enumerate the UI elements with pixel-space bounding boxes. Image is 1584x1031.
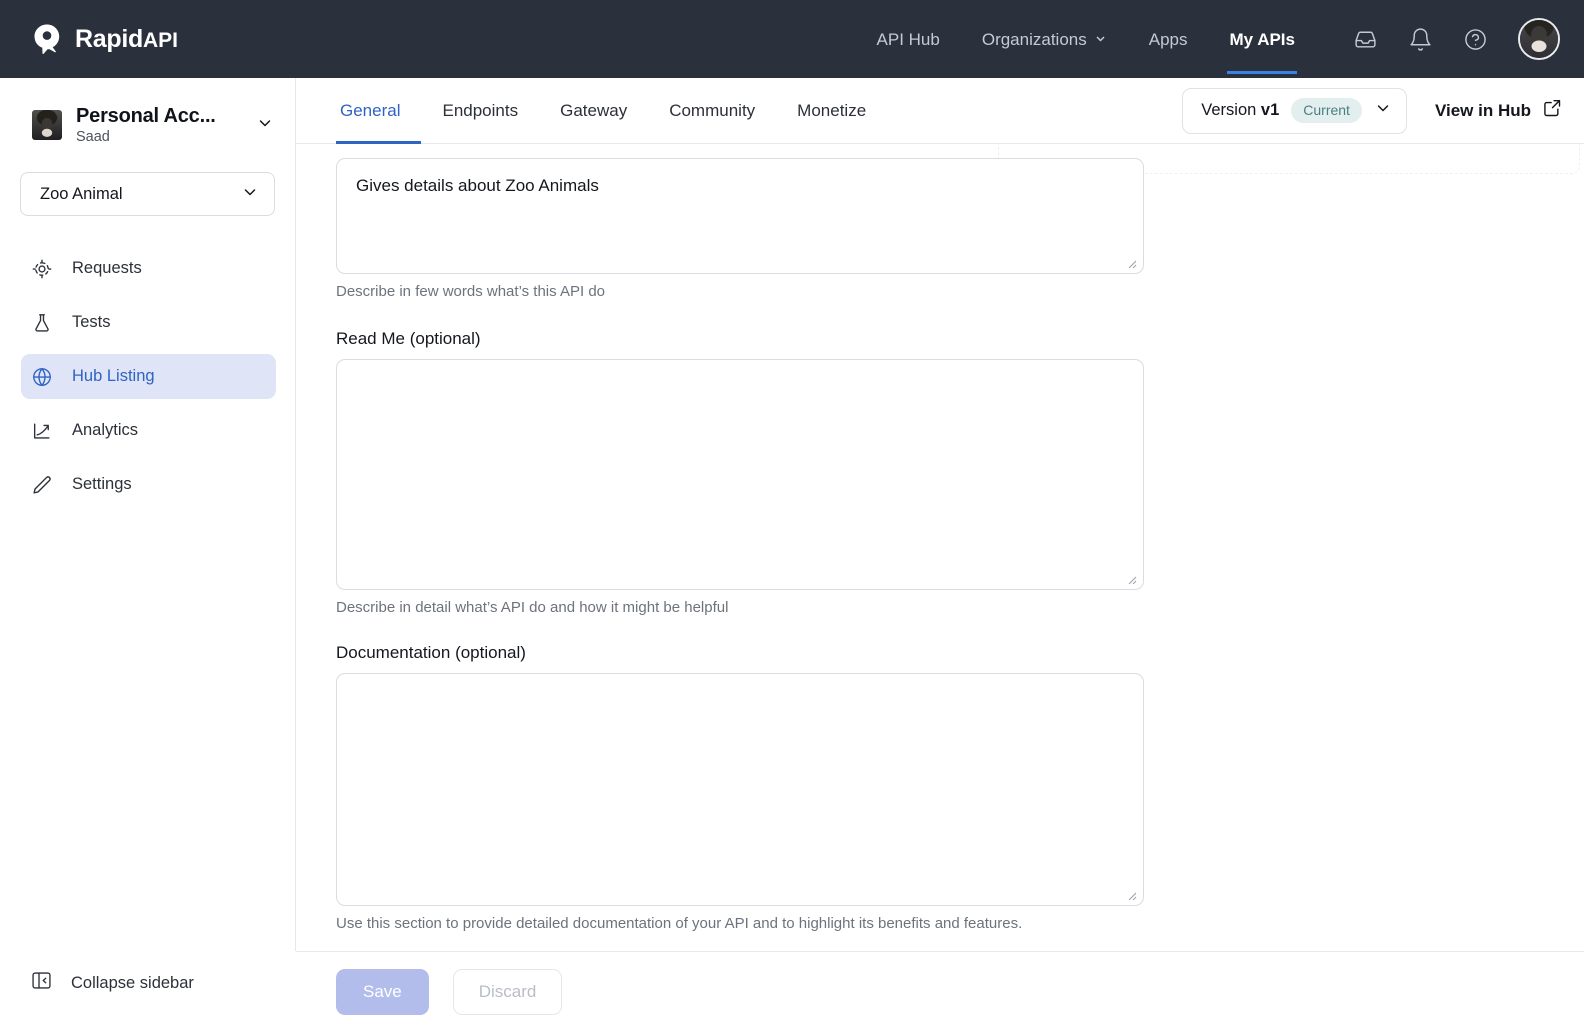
trending-up-icon bbox=[30, 420, 54, 442]
account-text: Personal Acc... Saad bbox=[76, 104, 238, 146]
view-in-hub-label: View in Hub bbox=[1434, 100, 1531, 120]
account-name: Personal Acc... bbox=[76, 105, 216, 127]
version-label: Version v1 bbox=[1201, 101, 1279, 120]
version-prefix: Version bbox=[1201, 101, 1257, 119]
description-hint: Describe in few words what’s this API do bbox=[336, 283, 606, 300]
tab-general[interactable]: General bbox=[336, 78, 421, 144]
tab-bar-actions: Version v1 Current View in Hub bbox=[1182, 87, 1562, 134]
nav-item-organizations[interactable]: Organizations bbox=[980, 4, 1109, 74]
nav-item-label: API Hub bbox=[876, 30, 940, 49]
tab-gateway[interactable]: Gateway bbox=[539, 78, 648, 144]
chevron-down-icon bbox=[1374, 99, 1392, 122]
sidebar-item-settings[interactable]: Settings bbox=[21, 462, 276, 507]
api-selector-value: Zoo Animal bbox=[40, 184, 123, 203]
sidebar-item-label: Tests bbox=[72, 313, 111, 331]
sidebar-item-analytics[interactable]: Analytics bbox=[21, 408, 276, 453]
readme-textarea-wrap bbox=[336, 359, 1144, 590]
primary-nav: API Hub Organizations Apps My APIs bbox=[875, 4, 1297, 74]
nav-item-label: Organizations bbox=[981, 30, 1087, 49]
sidebar-item-tests[interactable]: Tests bbox=[21, 300, 276, 345]
top-navigation-bar: RapidAPI API Hub Organizations Apps My A… bbox=[0, 0, 1584, 78]
readme-input[interactable] bbox=[336, 359, 1144, 590]
readme-label: Read Me (optional) bbox=[336, 329, 481, 348]
sidebar-item-label: Hub Listing bbox=[72, 367, 155, 385]
status-badge: Current bbox=[1291, 98, 1362, 123]
form-action-bar: Save Discard bbox=[296, 951, 1584, 1031]
version-selector[interactable]: Version v1 Current bbox=[1182, 87, 1407, 134]
help-circle-icon[interactable] bbox=[1463, 27, 1488, 52]
rapidapi-mark-icon bbox=[30, 22, 64, 56]
nav-item-api-hub[interactable]: API Hub bbox=[875, 4, 942, 74]
account-avatar bbox=[32, 110, 62, 140]
readme-hint: Describe in detail what’s API do and how… bbox=[336, 599, 729, 616]
brand-title: RapidAPI bbox=[75, 25, 178, 54]
brand-name: Rapid bbox=[75, 24, 143, 53]
panel-collapse-icon bbox=[30, 969, 53, 997]
api-selector-dropdown[interactable]: Zoo Animal bbox=[20, 172, 275, 216]
view-in-hub-button[interactable]: View in Hub bbox=[1435, 98, 1562, 123]
tab-label: Endpoints bbox=[442, 100, 519, 120]
nav-item-my-apis[interactable]: My APIs bbox=[1227, 4, 1297, 74]
app-body: Personal Acc... Saad Zoo Animal Requests… bbox=[0, 78, 1584, 1031]
tab-endpoints[interactable]: Endpoints bbox=[421, 78, 539, 144]
main-panel: General Endpoints Gateway Community Mone… bbox=[296, 78, 1584, 1031]
account-switcher[interactable]: Personal Acc... Saad bbox=[0, 78, 296, 146]
discard-button[interactable]: Discard bbox=[452, 968, 563, 1015]
nav-item-label: Apps bbox=[1148, 30, 1188, 49]
chevron-down-icon bbox=[241, 183, 259, 206]
tab-label: Gateway bbox=[560, 100, 628, 120]
sidebar-item-label: Settings bbox=[72, 475, 132, 493]
sidebar-nav: Requests Tests Hub Listing Analytics Set… bbox=[0, 246, 296, 516]
globe-icon bbox=[30, 366, 54, 388]
tab-community[interactable]: Community bbox=[648, 78, 776, 144]
documentation-hint: Use this section to provide detailed doc… bbox=[336, 915, 1023, 932]
collapse-sidebar-label: Collapse sidebar bbox=[71, 973, 194, 992]
tab-label: General bbox=[340, 100, 401, 120]
account-username: Saad bbox=[76, 129, 110, 145]
field-documentation: Documentation (optional) Use this sectio… bbox=[336, 643, 1544, 932]
version-value: v1 bbox=[1260, 101, 1280, 119]
tab-bar: General Endpoints Gateway Community Mone… bbox=[296, 78, 1584, 144]
inbox-icon[interactable] bbox=[1353, 27, 1378, 52]
description-textarea-wrap bbox=[336, 158, 1144, 274]
bell-icon[interactable] bbox=[1408, 27, 1433, 52]
collapse-sidebar-button[interactable]: Collapse sidebar bbox=[0, 969, 296, 1031]
nav-item-apps[interactable]: Apps bbox=[1147, 4, 1190, 74]
tab-list: General Endpoints Gateway Community Mone… bbox=[336, 78, 887, 144]
form-scroll-area[interactable]: Describe in few words what’s this API do… bbox=[296, 144, 1584, 951]
documentation-label: Documentation (optional) bbox=[336, 643, 526, 662]
save-button[interactable]: Save bbox=[336, 968, 429, 1015]
nav-item-label: My APIs bbox=[1229, 30, 1295, 49]
flask-icon bbox=[30, 312, 54, 334]
sidebar: Personal Acc... Saad Zoo Animal Requests… bbox=[0, 78, 296, 1031]
tab-label: Monetize bbox=[797, 100, 867, 120]
rapidapi-logo[interactable]: RapidAPI bbox=[30, 22, 178, 56]
sidebar-item-hub-listing[interactable]: Hub Listing bbox=[21, 354, 276, 399]
sidebar-item-label: Requests bbox=[72, 259, 142, 277]
chevron-down-icon bbox=[1094, 30, 1107, 50]
user-avatar[interactable] bbox=[1518, 18, 1560, 60]
brand-suffix: API bbox=[142, 28, 178, 52]
sidebar-item-requests[interactable]: Requests bbox=[21, 246, 276, 291]
sidebar-item-label: Analytics bbox=[72, 421, 139, 439]
description-input[interactable] bbox=[336, 158, 1144, 274]
tab-monetize[interactable]: Monetize bbox=[776, 78, 887, 144]
header-icon-group bbox=[1353, 18, 1560, 60]
avatar-image bbox=[1520, 20, 1558, 58]
documentation-input[interactable] bbox=[336, 673, 1144, 906]
field-readme: Read Me (optional) Describe in detail wh… bbox=[336, 329, 1544, 616]
pencil-icon bbox=[30, 474, 54, 496]
field-description: Describe in few words what’s this API do bbox=[336, 144, 1544, 300]
tab-label: Community bbox=[669, 100, 756, 120]
documentation-textarea-wrap bbox=[336, 673, 1144, 906]
external-link-icon bbox=[1542, 98, 1562, 123]
chevron-down-icon bbox=[252, 114, 274, 137]
target-icon bbox=[30, 258, 54, 280]
